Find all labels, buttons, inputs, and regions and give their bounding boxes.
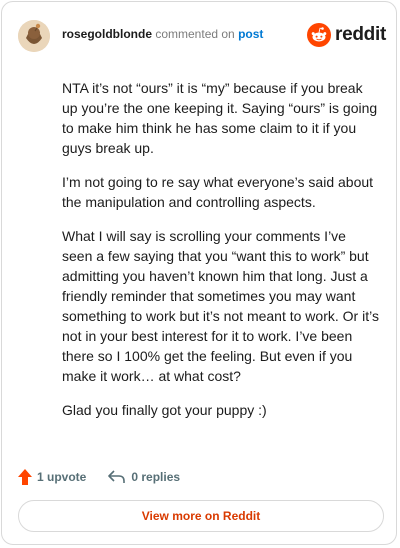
reply-icon	[108, 470, 126, 483]
reddit-wordmark: reddit	[335, 24, 386, 45]
action-text: commented on	[155, 27, 235, 41]
comment-paragraph: NTA it’s not “ours” it is “my” because i…	[62, 80, 378, 156]
replies-count: 0 replies	[131, 470, 181, 484]
view-more-button[interactable]: View more on Reddit	[18, 500, 384, 532]
avatar-icon	[18, 20, 50, 52]
comment-body: NTA it’s not “ours” it is “my” because i…	[62, 78, 380, 434]
upvote-count: 1 upvote	[37, 470, 87, 484]
comment-actions: 1 upvote 0 replies	[18, 468, 202, 486]
comment-paragraph: Glad you finally got your puppy :)	[62, 402, 267, 418]
post-link[interactable]: post	[238, 27, 263, 41]
replies-button[interactable]: 0 replies	[108, 470, 180, 484]
upvote-icon	[18, 469, 32, 485]
comment-paragraph: What I will say is scrolling your commen…	[62, 228, 379, 384]
comment-header: rosegoldblonde commented on post reddit	[18, 20, 386, 52]
comment-paragraph: I’m not going to re say what everyone’s …	[62, 174, 374, 210]
username-link[interactable]: rosegoldblonde	[62, 27, 152, 41]
reddit-logo-icon	[307, 23, 332, 47]
comment-byline: rosegoldblonde commented on post	[62, 27, 263, 41]
reddit-logo[interactable]: reddit	[307, 20, 386, 50]
comment-card: rosegoldblonde commented on post reddit …	[1, 1, 397, 545]
avatar[interactable]	[18, 20, 50, 52]
upvote-button[interactable]: 1 upvote	[18, 469, 86, 485]
